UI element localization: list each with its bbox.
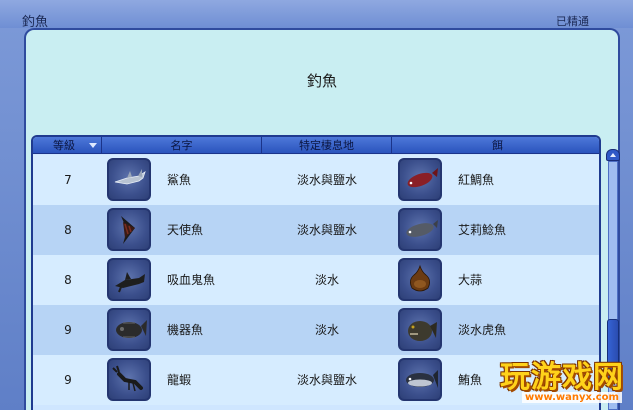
watermark-text: 玩游戏网 [500, 360, 624, 395]
angelfish-icon [107, 208, 151, 251]
mastery-status: 已精通 [556, 15, 589, 28]
row-level: 8 [64, 273, 72, 287]
row-name: 鯊魚 [167, 173, 192, 187]
row-name: 龍蝦 [167, 373, 192, 387]
table-row[interactable]: 8 天使魚 淡水與鹽水 艾莉鯰魚 [33, 205, 599, 255]
row-name: 吸血鬼魚 [167, 273, 216, 287]
table-row[interactable]: 7 鯊魚 淡水與鹽水 紅鯛魚 [33, 155, 599, 205]
row-level: 7 [64, 173, 72, 187]
row-bait: 大蒜 [458, 273, 483, 287]
window-header: 釣魚 已精通 [0, 0, 633, 30]
row-bait: 鮪魚 [458, 373, 483, 387]
row-level: 9 [64, 373, 72, 387]
row-level: 8 [64, 223, 72, 237]
catfish-icon [398, 208, 442, 251]
column-header-bait[interactable]: 餌 [392, 137, 599, 154]
robot-fish-icon [107, 308, 151, 351]
column-header-name[interactable]: 名字 [102, 137, 262, 154]
game-window: 釣魚 已精通 釣魚 等級 名字 特定棲息地 餌 7 鯊魚 淡水與鹽水 紅鯛魚 8… [0, 0, 633, 410]
panel-title: 釣魚 [306, 72, 337, 90]
scroll-up-button[interactable] [606, 149, 620, 161]
row-level: 9 [64, 323, 72, 337]
tuna-icon [398, 358, 442, 401]
column-header-level[interactable]: 等級 [33, 137, 102, 154]
row-habitat: 淡水 [314, 273, 339, 287]
table-row[interactable]: 8 吸血鬼魚 淡水 大蒜 [33, 255, 599, 305]
column-header-level-label: 等級 [53, 139, 75, 152]
shark-icon [107, 158, 151, 201]
red-snapper-icon [398, 158, 442, 201]
row-habitat: 淡水 [314, 323, 339, 337]
row-bait: 淡水虎魚 [458, 323, 507, 337]
site-watermark: 玩游戏网 www.wanyx.com [498, 352, 633, 410]
lobster-icon [107, 358, 151, 401]
table-header: 等級 名字 特定棲息地 餌 [33, 137, 599, 154]
row-habitat: 淡水與鹽水 [296, 373, 357, 387]
sort-down-icon[interactable] [89, 143, 97, 148]
garlic-icon [398, 258, 442, 301]
row-bait: 紅鯛魚 [458, 173, 495, 187]
watermark-url: www.wanyx.com [522, 392, 622, 403]
table-row[interactable]: 9 機器魚 淡水 淡水虎魚 [33, 305, 599, 355]
row-name: 天使魚 [167, 223, 204, 237]
row-habitat: 淡水與鹽水 [296, 173, 357, 187]
row-bait: 艾莉鯰魚 [458, 223, 507, 237]
vampire-fish-icon [107, 258, 151, 301]
row-habitat: 淡水與鹽水 [296, 223, 357, 237]
piranha-icon [398, 308, 442, 351]
column-header-habitat[interactable]: 特定棲息地 [262, 137, 392, 154]
row-name: 機器魚 [167, 323, 204, 337]
